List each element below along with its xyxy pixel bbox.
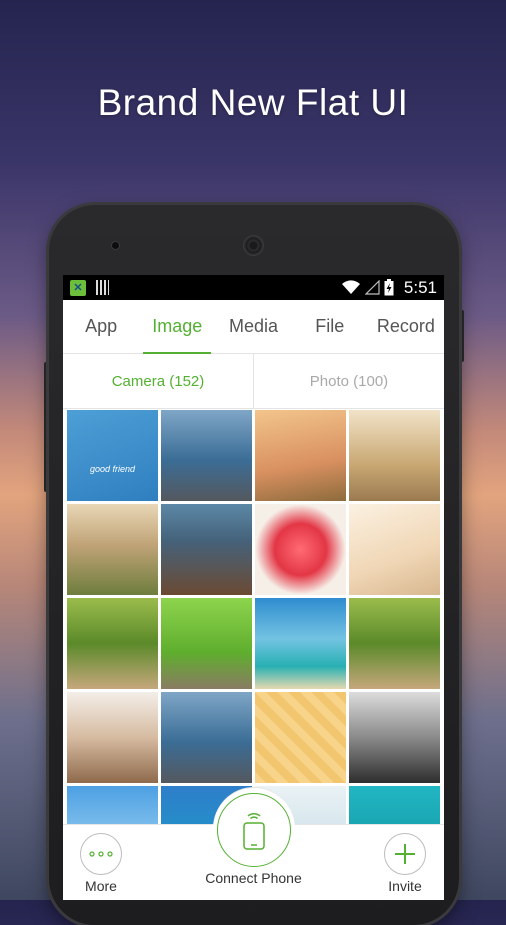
tab-file[interactable]: File: [292, 300, 368, 353]
tab-image[interactable]: Image: [139, 300, 215, 354]
status-time: 5:51: [403, 277, 437, 297]
more-button[interactable]: More: [77, 833, 125, 894]
plus-icon: [384, 833, 426, 875]
tab-app[interactable]: App: [63, 300, 139, 353]
thumb-sleeping-baby[interactable]: [349, 504, 440, 595]
wifi-icon: [341, 280, 360, 294]
barcode-notification-icon: [96, 280, 109, 295]
invite-button[interactable]: Invite: [381, 833, 429, 894]
front-camera-icon: [112, 242, 119, 249]
signal-icon: [364, 280, 380, 295]
invite-label: Invite: [388, 878, 422, 894]
thumb-caption: good friend: [89, 464, 136, 474]
battery-charging-icon: [384, 279, 394, 296]
more-icon: [80, 833, 122, 875]
thumb-girl-grass-sunset[interactable]: [67, 504, 158, 595]
thumb-man-portrait[interactable]: [161, 504, 252, 595]
promo-title: Brand New Flat UI: [97, 82, 409, 123]
thumb-man-bw[interactable]: [349, 692, 440, 783]
thumb-owl-sunglasses[interactable]: [161, 598, 252, 689]
thumb-cartoon-friends[interactable]: good friend: [67, 410, 158, 501]
phone-screen: ✕ 5:51 App Image Media File Record Camer…: [63, 275, 444, 900]
app-notification-icon: ✕: [70, 279, 86, 296]
phone-power-button: [459, 310, 464, 362]
more-label: More: [85, 878, 117, 894]
bottom-bar: More Connect Phone Invite: [63, 787, 444, 900]
connect-phone-button[interactable]: Connect Phone: [193, 793, 314, 886]
connect-phone-label: Connect Phone: [205, 870, 302, 886]
category-tabs: App Image Media File Record: [63, 300, 444, 354]
thumb-chipmunk-2[interactable]: [349, 598, 440, 689]
speaker-icon: [244, 236, 263, 255]
thumb-girl-field[interactable]: [349, 410, 440, 501]
tab-media[interactable]: Media: [215, 300, 291, 353]
subtab-photo[interactable]: Photo (100): [254, 354, 444, 408]
thumb-girl-striped-shirt[interactable]: [255, 410, 346, 501]
connect-phone-icon: [216, 793, 291, 867]
thumb-woman-portrait[interactable]: [67, 692, 158, 783]
album-tabs: Camera (152) Photo (100): [63, 354, 444, 409]
thumb-broken-heart[interactable]: [255, 504, 346, 595]
thumb-building-dock[interactable]: [161, 410, 252, 501]
thumb-boat-beach[interactable]: [255, 598, 346, 689]
thumb-chipmunk[interactable]: [67, 598, 158, 689]
thumb-cartoon-couple[interactable]: [255, 692, 346, 783]
tab-record[interactable]: Record: [368, 300, 444, 353]
thumb-building-dock-2[interactable]: [161, 692, 252, 783]
status-bar: ✕ 5:51: [63, 275, 444, 300]
subtab-camera[interactable]: Camera (152): [63, 354, 254, 408]
